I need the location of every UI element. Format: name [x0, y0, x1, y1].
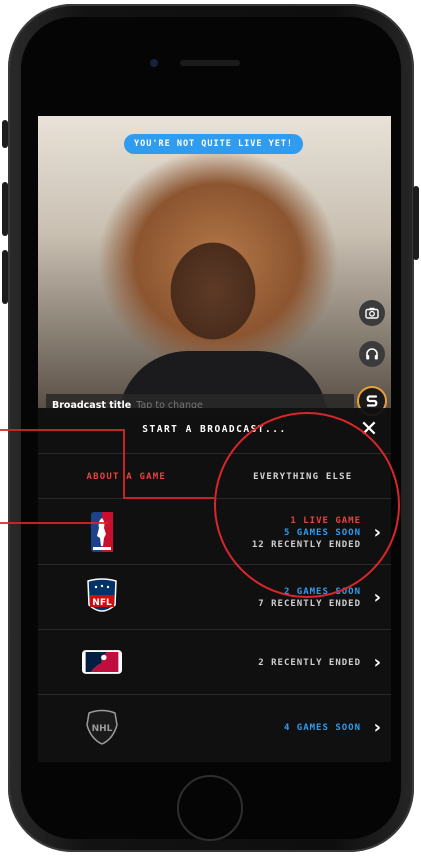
volume-down-button [2, 250, 8, 304]
svg-text:NHL: NHL [92, 724, 113, 734]
nhl-logo-icon: NHL [82, 707, 122, 747]
camera-preview: YOU'RE NOT QUITE LIVE YET! [38, 116, 391, 421]
league-list: 1 LIVE GAME 5 GAMES SOON 12 RECENTLY END… [38, 500, 391, 760]
camera-flip-icon[interactable] [359, 300, 385, 326]
app-screen: YOU'RE NOT QUITE LIVE YET! Broadcast tit… [38, 116, 391, 762]
chevron-right-icon: › [373, 717, 381, 738]
mlb-status: 2 RECENTLY ENDED [258, 630, 361, 695]
mlb-logo-icon [82, 642, 122, 682]
power-button [413, 186, 419, 260]
league-row-mlb[interactable]: 2 RECENTLY ENDED › [38, 630, 391, 695]
nfl-status: 2 GAMES SOON 7 RECENTLY ENDED [258, 565, 361, 630]
volume-up-button [2, 182, 8, 236]
nfl-soon-count: 2 GAMES SOON [283, 586, 361, 597]
panel-header: START A BROADCAST... ✕ [38, 408, 391, 454]
nfl-logo-icon: NFL [82, 577, 122, 617]
league-row-nhl[interactable]: NHL 4 GAMES SOON › [38, 695, 391, 760]
league-row-nfl[interactable]: NFL 2 GAMES SOON 7 RECENTLY ENDED › [38, 565, 391, 630]
nhl-status: 4 GAMES SOON [284, 695, 361, 760]
front-camera [150, 59, 158, 67]
home-button[interactable] [177, 775, 243, 841]
nfl-ended-count: 7 RECENTLY ENDED [258, 598, 361, 609]
broadcast-panel: START A BROADCAST... ✕ ABOUT A GAME EVER… [38, 408, 391, 762]
not-live-banner: YOU'RE NOT QUITE LIVE YET! [124, 134, 304, 154]
category-tabs: ABOUT A GAME EVERYTHING ELSE [38, 455, 391, 499]
headphones-icon[interactable] [359, 341, 385, 367]
svg-text:NFL: NFL [92, 598, 112, 608]
nba-soon-count: 5 GAMES SOON [283, 527, 361, 538]
nba-logo-icon [82, 512, 122, 552]
tab-about-a-game[interactable]: ABOUT A GAME [38, 455, 215, 498]
nhl-soon-count: 4 GAMES SOON [283, 722, 361, 733]
earpiece-speaker [180, 60, 240, 66]
nba-ended-count: 12 RECENTLY ENDED [251, 539, 361, 550]
nba-live-count: 1 LIVE GAME [290, 515, 361, 526]
nba-status: 1 LIVE GAME 5 GAMES SOON 12 RECENTLY END… [252, 500, 361, 565]
mlb-ended-count: 2 RECENTLY ENDED [258, 657, 361, 668]
chevron-right-icon: › [373, 587, 381, 608]
league-row-nba[interactable]: 1 LIVE GAME 5 GAMES SOON 12 RECENTLY END… [38, 500, 391, 565]
screenshot-stage: YOU'RE NOT QUITE LIVE YET! Broadcast tit… [0, 0, 421, 858]
panel-title: START A BROADCAST... [142, 424, 287, 435]
chevron-right-icon: › [373, 652, 381, 673]
mute-switch [2, 120, 8, 148]
close-icon[interactable]: ✕ [357, 418, 381, 442]
chevron-right-icon: › [373, 522, 381, 543]
tab-everything-else[interactable]: EVERYTHING ELSE [215, 455, 392, 498]
